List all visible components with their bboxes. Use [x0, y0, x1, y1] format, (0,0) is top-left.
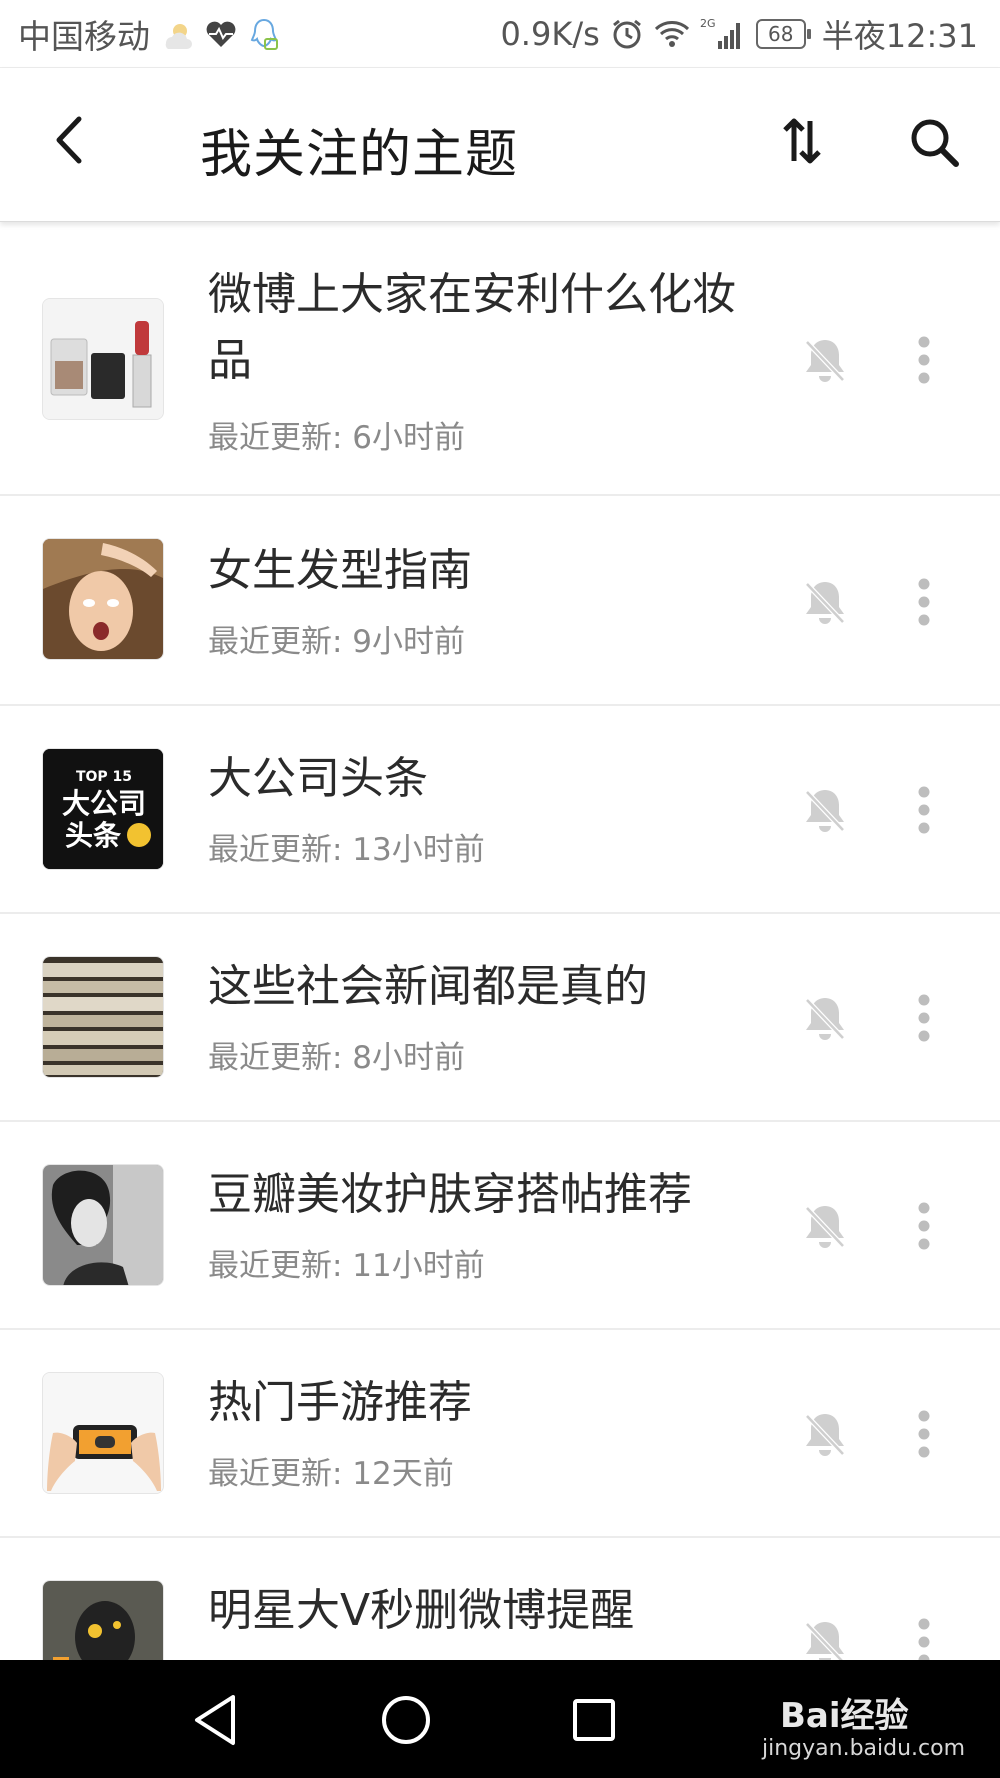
qq-icon [248, 14, 280, 54]
more-vertical-icon [918, 336, 930, 384]
battery-level: 68 [768, 21, 794, 46]
topic-title: 女生发型指南 [208, 545, 472, 596]
company-news-thumbnail: TOP 15 大公司 头条 [42, 748, 164, 870]
list-item[interactable]: 豆瓣美妆护肤穿搭帖推荐 最近更新: 11小时前 [0, 1122, 1000, 1330]
nav-back-button[interactable] [186, 1690, 246, 1750]
more-vertical-icon [918, 1618, 930, 1660]
clock: 半夜12:31 [821, 16, 978, 55]
topic-updated: 最近更新: 6小时前 [208, 420, 466, 456]
celebrity-thumbnail [42, 1580, 164, 1660]
mobile-game-thumbnail [42, 1372, 164, 1494]
portrait-thumbnail [42, 1164, 164, 1286]
svg-text:大公司: 大公司 [62, 787, 146, 820]
svg-text:TOP 15: TOP 15 [76, 769, 132, 785]
cosmetics-thumbnail [42, 298, 164, 420]
topic-title: 豆瓣美妆护肤穿搭帖推荐 [208, 1169, 692, 1220]
nav-recents-icon [573, 1699, 615, 1741]
list-item[interactable]: 这些社会新闻都是真的 最近更新: 8小时前 [0, 914, 1000, 1122]
nav-home-icon [382, 1696, 430, 1744]
newspapers-thumbnail [42, 956, 164, 1078]
back-button[interactable] [40, 110, 96, 170]
status-bar: 中国移动 0.9K/s 2G 68 半夜12:31 [0, 0, 1000, 68]
battery-icon: 68 [755, 18, 811, 49]
more-vertical-icon [918, 578, 930, 626]
topic-title: 微博上大家在安利什么化妆品 [208, 269, 736, 386]
status-bar-left: 中国移动 [18, 10, 280, 58]
list-item[interactable]: TOP 15 大公司 头条 大公司头条 最近更新: 13小时前 [0, 706, 1000, 914]
watermark-url: jingyan.baidu.com [762, 1736, 966, 1761]
more-options-button[interactable] [904, 574, 944, 630]
more-options-button[interactable] [904, 782, 944, 838]
search-icon [911, 119, 959, 167]
topic-title: 明星大V秒删微博提醒 [208, 1585, 635, 1636]
more-options-button[interactable] [904, 990, 944, 1046]
watermark: Bai经验 jingyan.baidu.com [762, 1670, 966, 1770]
nav-back-icon [195, 1695, 235, 1745]
topic-updated: 最近更新: 11小时前 [208, 1248, 485, 1284]
more-options-button[interactable] [904, 1198, 944, 1254]
bell-off-icon [805, 998, 845, 1040]
svg-text:2G: 2G [700, 17, 716, 30]
more-vertical-icon [918, 994, 930, 1042]
more-vertical-icon [918, 786, 930, 834]
list-item[interactable]: 微博上大家在安利什么化妆品 最近更新: 6小时前 [0, 222, 1000, 496]
carrier-name: 中国移动 [18, 16, 150, 56]
list-item[interactable]: 明星大V秒删微博提醒 [0, 1538, 1000, 1660]
list-item[interactable]: 热门手游推荐 最近更新: 12天前 [0, 1330, 1000, 1538]
topic-list: 微博上大家在安利什么化妆品 最近更新: 6小时前 女生发型指南 最近更新: 9小… [0, 222, 1000, 1660]
hairstyle-thumbnail [42, 538, 164, 660]
svg-text:头条: 头条 [65, 819, 121, 852]
topic-title: 这些社会新闻都是真的 [208, 961, 648, 1012]
more-options-button[interactable] [904, 332, 944, 388]
health-icon [204, 14, 238, 54]
notification-toggle[interactable] [798, 574, 852, 630]
nav-recents-button[interactable] [564, 1690, 624, 1750]
notification-toggle[interactable] [798, 332, 852, 388]
topic-title: 大公司头条 [208, 753, 428, 804]
bell-off-icon [805, 340, 845, 382]
topic-updated: 最近更新: 12天前 [208, 1456, 454, 1492]
watermark-brand: Bai经验 [780, 1696, 909, 1736]
topic-title: 热门手游推荐 [208, 1377, 472, 1428]
signal-icon: 2G [700, 14, 746, 54]
nav-home-button[interactable] [376, 1690, 436, 1750]
more-options-button[interactable] [904, 1614, 944, 1660]
more-vertical-icon [918, 1202, 930, 1250]
notification-toggle[interactable] [798, 1614, 852, 1660]
status-bar-right: 0.9K/s 2G 68 半夜12:31 [500, 11, 978, 57]
topic-updated: 最近更新: 8小时前 [208, 1040, 466, 1076]
bell-off-icon [805, 1414, 845, 1456]
more-options-button[interactable] [904, 1406, 944, 1462]
topic-updated: 最近更新: 9小时前 [208, 624, 466, 660]
wifi-icon [654, 14, 690, 54]
sort-icon [783, 118, 821, 164]
notification-toggle[interactable] [798, 990, 852, 1046]
notification-toggle[interactable] [798, 1198, 852, 1254]
notification-toggle[interactable] [798, 782, 852, 838]
bell-off-icon [805, 1206, 845, 1248]
more-vertical-icon [918, 1410, 930, 1458]
topic-updated: 最近更新: 13小时前 [208, 832, 485, 868]
sort-button[interactable] [774, 110, 830, 172]
bell-off-icon [805, 790, 845, 832]
search-button[interactable] [904, 112, 964, 172]
bell-off-icon [805, 582, 845, 624]
weather-icon [160, 14, 194, 54]
page-title: 我关注的主题 [200, 125, 519, 185]
app-header: 我关注的主题 [0, 68, 1000, 222]
notification-toggle[interactable] [798, 1406, 852, 1462]
bell-off-icon [805, 1622, 845, 1660]
net-speed: 0.9K/s [500, 14, 600, 53]
list-item[interactable]: 女生发型指南 最近更新: 9小时前 [0, 496, 1000, 706]
alarm-icon [610, 14, 644, 54]
back-arrow-icon [56, 116, 82, 164]
